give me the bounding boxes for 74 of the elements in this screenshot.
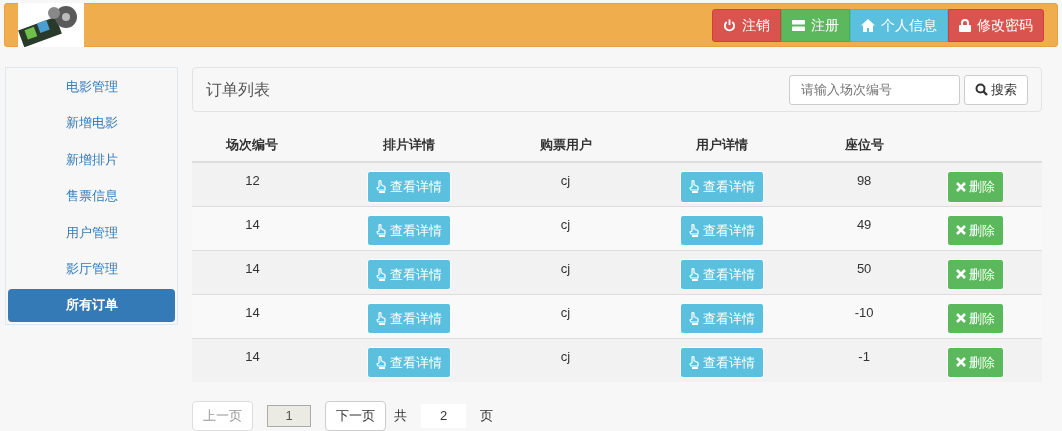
table-cell: 98 [856,173,872,188]
delete-button[interactable]: 删除 [947,346,1005,378]
view-details-button[interactable]: 查看详情 [680,214,765,246]
server-icon [792,18,805,32]
total-label: 共 [394,407,407,425]
hand-pointer-icon [375,355,387,369]
table-cell: 12 [245,173,260,188]
hand-pointer-icon [375,267,387,281]
table-cell: 14 [245,348,260,364]
view-details-button[interactable]: 查看详情 [680,346,765,378]
hand-pointer-icon [375,180,387,194]
delete-button[interactable]: 删除 [947,171,1005,203]
table-cell: -1 [858,348,870,364]
sidebar-item[interactable]: 电影管理 [8,70,175,104]
view-details-button[interactable]: 查看详情 [366,214,451,246]
close-icon [956,357,967,368]
close-icon [956,181,967,192]
table-cell: -10 [854,304,874,320]
hand-pointer-icon [689,267,701,281]
search-field[interactable]: 请输入场次编号 [789,74,960,105]
column-header: 用户详情 [696,137,749,153]
view-details-button[interactable]: 查看详情 [366,171,451,203]
sidebar-item[interactable]: 售票信息 [8,179,175,213]
view-details-button[interactable]: 查看详情 [366,258,451,290]
sidebar-item[interactable]: 所有订单 [8,288,175,322]
table-cell: 14 [245,216,260,232]
panel-title: 订单列表 [206,79,270,100]
table-cell: 50 [856,260,872,276]
hand-pointer-icon [689,311,701,325]
close-icon [956,225,967,236]
column-header: 购票用户 [539,137,592,153]
view-details-button[interactable]: 查看详情 [680,171,765,203]
table-cell: 14 [245,304,260,320]
hand-pointer-icon [375,223,387,237]
hand-pointer-icon [689,180,701,194]
lock-icon [959,18,971,32]
sidebar-item[interactable]: 新增电影 [8,106,175,140]
header-button[interactable]: 修改密码 [948,8,1044,42]
close-icon [956,269,967,280]
table-cell: 14 [245,260,260,276]
sidebar-item[interactable]: 新增排片 [8,142,175,177]
header-button[interactable]: 注销 [712,8,781,42]
total-pages: 2 [421,404,466,428]
delete-button[interactable]: 删除 [947,214,1005,246]
home-icon [861,18,875,32]
table-cell: cj [560,260,571,276]
hand-pointer-icon [375,311,387,325]
delete-button[interactable]: 删除 [947,302,1005,334]
column-header: 场次编号 [226,137,279,153]
next-page-button[interactable]: 下一页 [325,401,386,431]
hand-pointer-icon [689,355,701,369]
pages-label: 页 [480,407,493,425]
table-cell: cj [560,216,571,232]
sidebar-item[interactable]: 影厅管理 [8,252,175,286]
current-page-field[interactable]: 1 [267,404,311,427]
power-icon [723,18,736,32]
view-details-button[interactable]: 查看详情 [366,302,451,334]
header-button[interactable]: 注册 [781,8,850,42]
close-icon [956,313,967,324]
view-details-button[interactable]: 查看详情 [680,302,765,334]
view-details-button[interactable]: 查看详情 [680,258,765,290]
search-icon [975,83,988,96]
column-header: 座位号 [844,137,884,153]
view-details-button[interactable]: 查看详情 [366,346,451,378]
column-header: 排片详情 [382,137,435,153]
table-cell: cj [560,173,571,188]
table-cell: cj [560,304,571,320]
sidebar-item[interactable]: 用户管理 [8,215,175,250]
search-button[interactable]: 搜索 [964,74,1028,105]
table-cell: 49 [856,216,872,232]
header-button[interactable]: 个人信息 [850,8,948,42]
table-cell: cj [560,348,571,364]
hand-pointer-icon [689,223,701,237]
delete-button[interactable]: 删除 [947,258,1005,290]
